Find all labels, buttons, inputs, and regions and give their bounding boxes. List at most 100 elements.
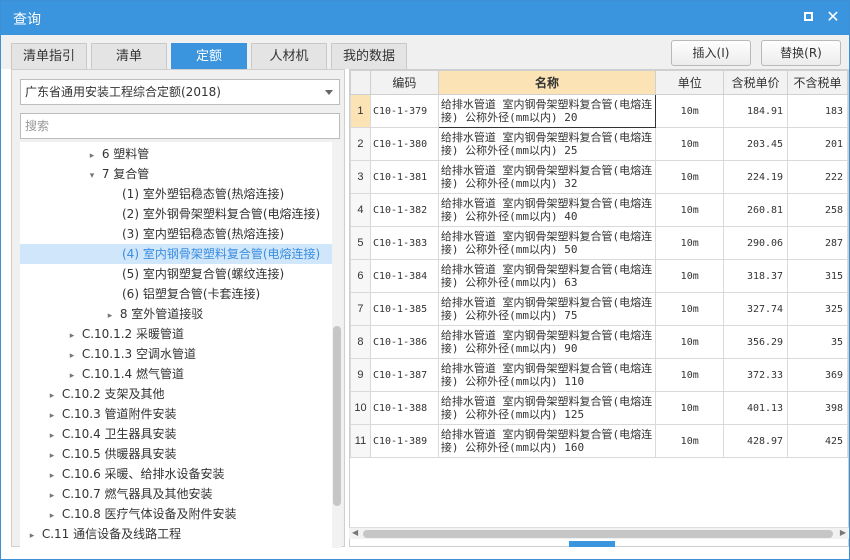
cell-unit: 10m: [655, 358, 725, 392]
scroll-right-icon[interactable]: ▶: [840, 528, 846, 537]
chevron-right-icon[interactable]: ▸: [46, 426, 58, 446]
cell-price-tax: 356.29: [723, 325, 789, 359]
chevron-right-icon[interactable]: ▸: [46, 486, 58, 506]
chevron-right-icon[interactable]: ▸: [104, 306, 116, 326]
cell-unit: 10m: [655, 127, 725, 161]
cell-unit: 10m: [655, 259, 725, 293]
tree-item[interactable]: ▸ C.10.4 卫生器具安装: [20, 424, 332, 444]
tree-scrollbar[interactable]: [332, 142, 342, 548]
cell-price-tax: 372.33: [723, 358, 789, 392]
tree-item[interactable]: ▸ C.10.1.3 空调水管道: [20, 344, 332, 364]
tab-list[interactable]: 清单: [91, 43, 167, 69]
table-row[interactable]: 7 C10-1-385 给排水管道 室内钢骨架塑料复合管(电熔连接) 公称外径(mm…: [350, 292, 848, 326]
tree-item[interactable]: ▸ C.11 通信设备及线路工程: [20, 524, 332, 544]
table-row[interactable]: 8 C10-1-386 给排水管道 室内钢骨架塑料复合管(电熔连接) 公称外径(mm…: [350, 325, 848, 359]
tree-item[interactable]: (3) 室内塑铝稳态管(热熔连接): [20, 224, 332, 244]
cell-price-notax: 287: [787, 226, 848, 260]
table-row[interactable]: 6 C10-1-384 给排水管道 室内钢骨架塑料复合管(电熔连接) 公称外径(mm…: [350, 259, 848, 293]
replace-button[interactable]: 替换(R): [761, 40, 841, 66]
table-row[interactable]: 11 C10-1-389 给排水管道 室内钢骨架塑料复合管(电熔连接) 公称外径(m…: [350, 424, 848, 458]
chevron-down-icon[interactable]: [325, 90, 333, 95]
scrollbar-thumb[interactable]: [333, 326, 341, 506]
quota-library-value: 广东省通用安装工程综合定额(2018): [25, 85, 221, 99]
chevron-right-icon[interactable]: ▸: [26, 526, 38, 546]
close-icon[interactable]: ✕: [823, 7, 843, 27]
tree-item[interactable]: ▸ C.10.6 采暖、给排水设备安装: [20, 464, 332, 484]
tree-item[interactable]: (5) 室内钢塑复合管(螺纹连接): [20, 264, 332, 284]
tree-item[interactable]: (1) 室外塑铝稳态管(热熔连接): [20, 184, 332, 204]
tree-item[interactable]: ▸ C.10.7 燃气器具及其他安装: [20, 484, 332, 504]
scroll-left-icon[interactable]: ◀: [352, 528, 358, 537]
quota-library-select[interactable]: 广东省通用安装工程综合定额(2018): [20, 79, 340, 105]
horizontal-scrollbar[interactable]: ◀ ▶: [349, 527, 849, 539]
table-row[interactable]: 1 C10-1-379 给排水管道 室内钢骨架塑料复合管(电熔连接) 公称外径(mm…: [350, 94, 848, 128]
cell-price-notax: 201: [787, 127, 848, 161]
row-number: 8: [350, 325, 371, 359]
tree-item[interactable]: ▸ C.10.1.2 采暖管道: [20, 324, 332, 344]
cell-unit: 10m: [655, 160, 725, 194]
row-number: 6: [350, 259, 371, 293]
column-header-name[interactable]: 名称: [437, 70, 657, 95]
tab-quota[interactable]: 定额: [171, 43, 247, 69]
chevron-down-icon[interactable]: ▾: [86, 166, 98, 186]
left-panel: 广东省通用安装工程综合定额(2018) 搜索 ▸ 6 塑料管 ▾ 7 复合管 (…: [11, 69, 345, 548]
tree-item[interactable]: ▸ C.10.8 医疗气体设备及附件安装: [20, 504, 332, 524]
tree-item[interactable]: ▸ C.10.2 支架及其他: [20, 384, 332, 404]
chevron-right-icon[interactable]: ▸: [66, 326, 78, 346]
chevron-right-icon[interactable]: ▸: [46, 506, 58, 526]
cell-price-tax: 401.13: [723, 391, 789, 425]
title-bar: 查询 ✕: [1, 1, 849, 35]
cell-price-tax: 184.91: [723, 94, 789, 128]
tree-item[interactable]: ▸ C.10.3 管道附件安装: [20, 404, 332, 424]
cell-name: 给排水管道 室内钢骨架塑料复合管(电熔连接) 公称外径(mm以内) 25: [437, 127, 657, 161]
table-row[interactable]: 5 C10-1-383 给排水管道 室内钢骨架塑料复合管(电熔连接) 公称外径(mm…: [350, 226, 848, 260]
row-number: 10: [350, 391, 371, 425]
column-header-index: [350, 70, 371, 95]
cell-name: 给排水管道 室内钢骨架塑料复合管(电熔连接) 公称外径(mm以内) 50: [437, 226, 657, 260]
tree-item[interactable]: ▸ C.10.1.4 燃气管道: [20, 364, 332, 384]
tab-materials[interactable]: 人材机: [251, 43, 327, 69]
table-row[interactable]: 3 C10-1-381 给排水管道 室内钢骨架塑料复合管(电熔连接) 公称外径(mm…: [350, 160, 848, 194]
column-header-unit[interactable]: 单位: [655, 70, 725, 95]
cell-price-tax: 203.45: [723, 127, 789, 161]
column-header-price-tax[interactable]: 含税单价: [723, 70, 789, 95]
chevron-right-icon[interactable]: ▸: [46, 406, 58, 426]
tree-item-selected[interactable]: (4) 室内钢骨架塑料复合管(电熔连接): [20, 244, 332, 264]
chevron-right-icon[interactable]: ▸: [66, 366, 78, 386]
maximize-icon[interactable]: [799, 7, 819, 27]
table-row[interactable]: 4 C10-1-382 给排水管道 室内钢骨架塑料复合管(电熔连接) 公称外径(mm…: [350, 193, 848, 227]
cell-price-notax: 398: [787, 391, 848, 425]
chevron-right-icon[interactable]: ▸: [86, 146, 98, 166]
tree-item[interactable]: ▸ 8 室外管道接驳: [20, 304, 332, 324]
chevron-right-icon[interactable]: ▸: [46, 386, 58, 406]
chevron-right-icon[interactable]: ▸: [46, 446, 58, 466]
cell-name: 给排水管道 室内钢骨架塑料复合管(电熔连接) 公称外径(mm以内) 40: [437, 193, 657, 227]
chevron-right-icon[interactable]: ▸: [46, 466, 58, 486]
tree-item[interactable]: ▸ C.10.5 供暖器具安装: [20, 444, 332, 464]
cell-unit: 10m: [655, 391, 725, 425]
tree-item[interactable]: ▾ 7 复合管: [20, 164, 332, 184]
cell-code: C10-1-387: [369, 358, 439, 392]
tab-list-guide[interactable]: 清单指引: [11, 43, 87, 69]
cell-name: 给排水管道 室内钢骨架塑料复合管(电熔连接) 公称外径(mm以内) 75: [437, 292, 657, 326]
column-header-price-notax[interactable]: 不含税单: [787, 70, 848, 95]
tab-my-data[interactable]: 我的数据: [331, 43, 407, 69]
search-input[interactable]: 搜索: [20, 113, 340, 139]
panel-splitter-handle[interactable]: [569, 541, 615, 547]
insert-button[interactable]: 插入(I): [671, 40, 751, 66]
column-header-code[interactable]: 编码: [369, 70, 439, 95]
cell-code: C10-1-384: [369, 259, 439, 293]
table-row[interactable]: 10 C10-1-388 给排水管道 室内钢骨架塑料复合管(电熔连接) 公称外径(m…: [350, 391, 848, 425]
tree-item[interactable]: (2) 室外钢骨架塑料复合管(电熔连接): [20, 204, 332, 224]
tree-item[interactable]: (6) 铝塑复合管(卡套连接): [20, 284, 332, 304]
row-number: 4: [350, 193, 371, 227]
tree-item[interactable]: ▸ 6 塑料管: [20, 144, 332, 164]
row-number: 2: [350, 127, 371, 161]
table-row[interactable]: 2 C10-1-380 给排水管道 室内钢骨架塑料复合管(电熔连接) 公称外径(mm…: [350, 127, 848, 161]
row-number: 7: [350, 292, 371, 326]
chevron-right-icon[interactable]: ▸: [66, 346, 78, 366]
table-row[interactable]: 9 C10-1-387 给排水管道 室内钢骨架塑料复合管(电熔连接) 公称外径(mm…: [350, 358, 848, 392]
cell-price-notax: 315: [787, 259, 848, 293]
scrollbar-thumb[interactable]: [363, 530, 833, 538]
tab-bar: 清单指引 清单 定额 人材机 我的数据 插入(I) 替换(R): [1, 35, 849, 69]
